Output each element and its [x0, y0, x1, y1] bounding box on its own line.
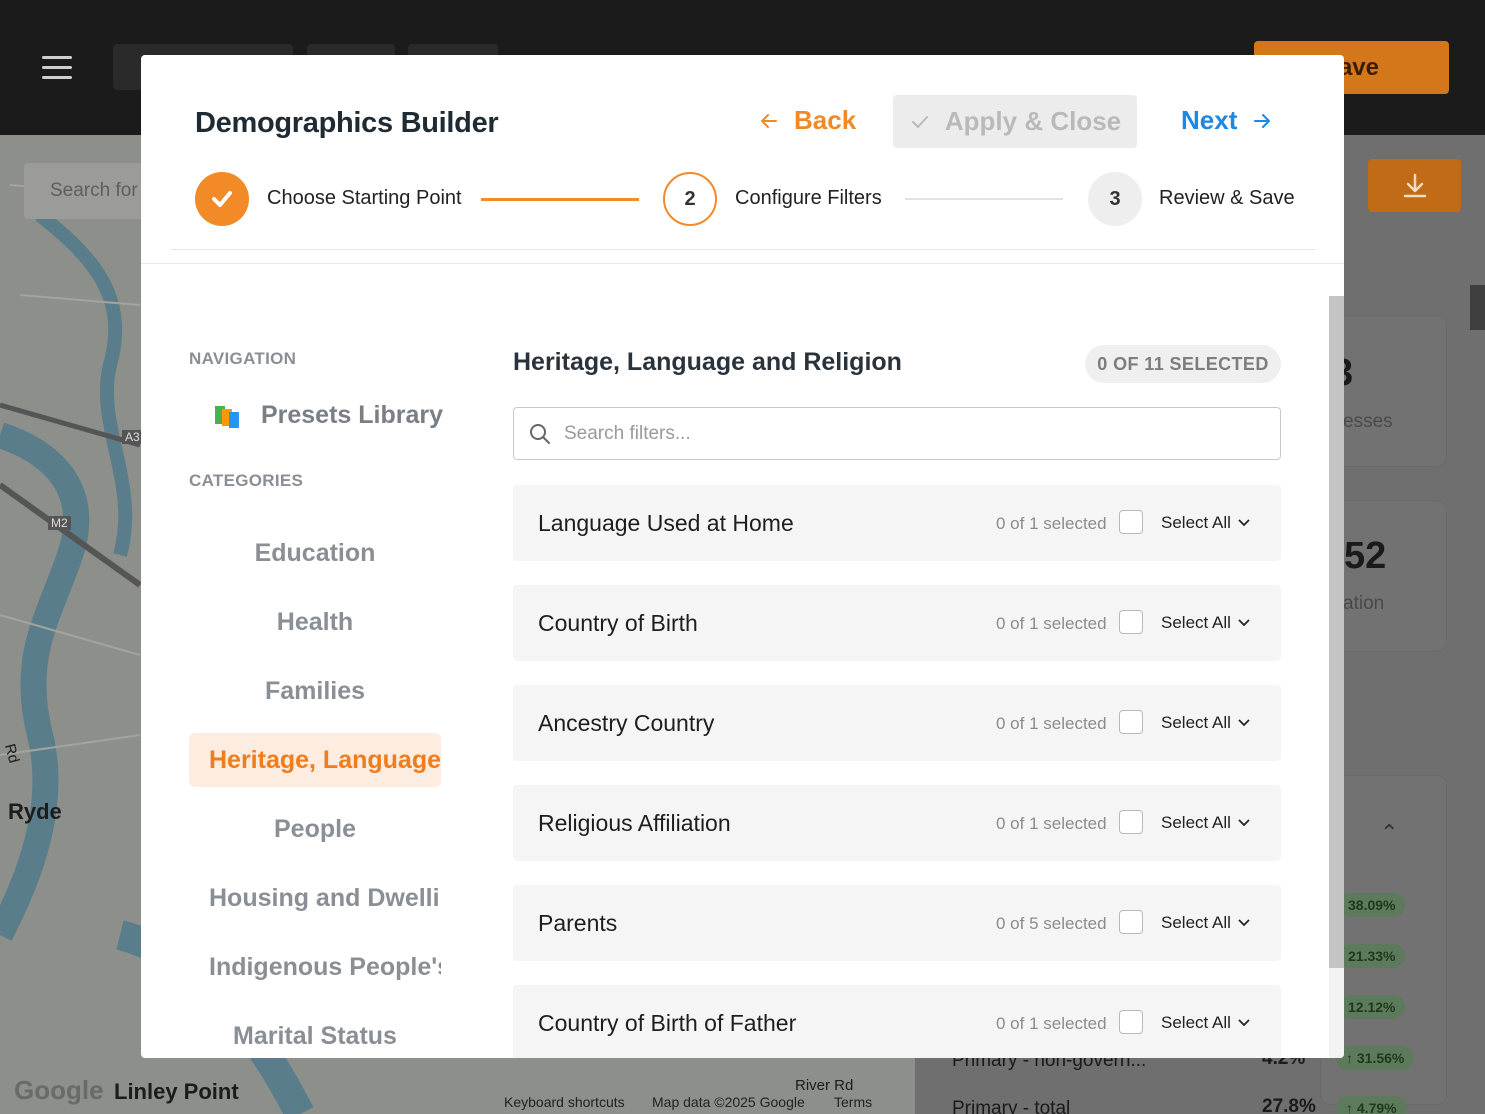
step-3-label: Review & Save: [1159, 187, 1295, 209]
arrow-left-icon: [761, 113, 777, 128]
filter-count: 0 of 1 selected: [996, 614, 1107, 633]
filter-row-language-used-at-home[interactable]: Language Used at Home 0 of 1 selected Se…: [513, 485, 1281, 561]
map-data-text: Map data ©2025 Google: [652, 1094, 805, 1110]
keyboard-shortcuts-link[interactable]: Keyboard shortcuts: [504, 1094, 625, 1110]
filter-count: 0 of 5 selected: [996, 914, 1107, 933]
check-icon: [911, 115, 928, 128]
select-all-dropdown[interactable]: Select All: [1161, 1013, 1251, 1033]
filter-count: 0 of 1 selected: [996, 514, 1107, 533]
select-all-dropdown[interactable]: Select All: [1161, 913, 1251, 933]
select-all-dropdown[interactable]: Select All: [1161, 513, 1251, 533]
search-icon: [530, 423, 550, 444]
filter-row-country-of-birth-of-father[interactable]: Country of Birth of Father 0 of 1 select…: [513, 985, 1281, 1058]
modal-scrollbar-thumb[interactable]: [1329, 296, 1344, 968]
filter-label: Country of Birth: [538, 610, 698, 636]
step-connector: [905, 198, 1063, 200]
filter-checkbox[interactable]: [1119, 710, 1143, 734]
map-place-label: Linley Point: [114, 1079, 239, 1104]
filter-count: 0 of 1 selected: [996, 814, 1107, 833]
modal-title: Demographics Builder: [195, 107, 499, 139]
step-2-label: Configure Filters: [735, 187, 882, 209]
chevron-up-icon[interactable]: ⌃: [1380, 820, 1398, 846]
table-row-value: 27.8%: [1262, 1096, 1316, 1114]
chevron-down-icon: [1238, 619, 1250, 627]
category-heritage-language-religion[interactable]: Heritage, Language and Religion: [189, 733, 441, 787]
google-logo: Google: [14, 1075, 104, 1105]
select-all-dropdown[interactable]: Select All: [1161, 713, 1251, 733]
category-housing-dwellings[interactable]: Housing and Dwellings: [189, 871, 441, 925]
page-scrollbar[interactable]: [1470, 285, 1485, 330]
divider: [171, 249, 1315, 250]
filter-checkbox[interactable]: [1119, 610, 1143, 634]
filter-checkbox[interactable]: [1119, 1010, 1143, 1034]
step-connector: [481, 198, 639, 201]
presets-label: Presets Library: [260, 401, 443, 429]
download-button[interactable]: [1368, 159, 1461, 212]
category-people[interactable]: People: [189, 802, 441, 856]
filter-row-parents[interactable]: Parents 0 of 5 selected Select All: [513, 885, 1281, 961]
road-label: A3: [122, 430, 143, 444]
filter-row-ancestry-country[interactable]: Ancestry Country 0 of 1 selected Select …: [513, 685, 1281, 761]
filter-count: 0 of 1 selected: [996, 1014, 1107, 1033]
filter-search[interactable]: [513, 407, 1281, 460]
step-1-label: Choose Starting Point: [267, 187, 462, 209]
chevron-down-icon: [1238, 719, 1250, 727]
change-pill: ↑ 31.56%: [1336, 1046, 1415, 1070]
filter-checkbox[interactable]: [1119, 910, 1143, 934]
step-3-indicator[interactable]: 3: [1088, 172, 1142, 226]
step-1-complete-icon[interactable]: [195, 172, 249, 226]
map-place-label: Ryde: [8, 799, 62, 824]
stat-label: ation: [1343, 593, 1385, 614]
road-label: River Rd: [795, 1077, 854, 1094]
change-pill: 38.09%: [1338, 893, 1406, 917]
filter-row-country-of-birth[interactable]: Country of Birth 0 of 1 selected Select …: [513, 585, 1281, 661]
search-filters-input[interactable]: [564, 422, 1244, 445]
select-all-dropdown[interactable]: Select All: [1161, 813, 1251, 833]
checkmark-icon: [212, 191, 232, 207]
back-button[interactable]: Back: [758, 105, 856, 136]
stat-label: esses: [1343, 411, 1393, 432]
change-pill: 21.33%: [1338, 944, 1406, 968]
apply-close-button[interactable]: Apply & Close: [893, 95, 1137, 148]
divider: [141, 263, 1344, 264]
step-2-indicator[interactable]: 2: [663, 172, 717, 226]
filter-row-religious-affiliation[interactable]: Religious Affiliation 0 of 1 selected Se…: [513, 785, 1281, 861]
chevron-down-icon: [1238, 819, 1250, 827]
road-label: M2: [48, 516, 71, 530]
stat-value: 52: [1344, 535, 1387, 577]
stepper: Choose Starting Point 2 Configure Filter…: [195, 172, 1295, 226]
change-pill: ↑ 4.79%: [1336, 1096, 1407, 1114]
chevron-down-icon: [1238, 919, 1250, 927]
table-row-label: Primary - total: [952, 1098, 1071, 1114]
filter-checkbox[interactable]: [1119, 810, 1143, 834]
category-families[interactable]: Families: [189, 664, 441, 718]
filter-label: Language Used at Home: [538, 510, 794, 536]
download-icon: [1403, 173, 1426, 197]
menu-icon[interactable]: [42, 56, 72, 80]
navigation-heading: NAVIGATION: [189, 349, 297, 368]
filter-label: Parents: [538, 910, 618, 936]
arrow-right-icon: [1254, 113, 1271, 128]
filter-label: Ancestry Country: [538, 710, 715, 736]
filter-label: Country of Birth of Father: [538, 1010, 797, 1036]
select-all-dropdown[interactable]: Select All: [1161, 613, 1251, 633]
filter-checkbox[interactable]: [1119, 510, 1143, 534]
chevron-down-icon: [1238, 1019, 1250, 1027]
selected-count-badge: 0 OF 11 SELECTED: [1085, 345, 1281, 383]
presets-library-link[interactable]: Presets Library: [213, 401, 443, 430]
change-pill: 12.12%: [1338, 995, 1406, 1019]
section-title: Heritage, Language and Religion: [513, 348, 902, 376]
category-education[interactable]: Education: [189, 526, 441, 580]
chevron-down-icon: [1238, 519, 1250, 527]
filter-label: Religious Affiliation: [538, 810, 731, 836]
category-indigenous-peoples[interactable]: Indigenous People's: [189, 940, 441, 994]
category-marital-status[interactable]: Marital Status: [189, 1009, 441, 1058]
books-icon: [214, 405, 239, 428]
next-button[interactable]: Next: [1181, 105, 1273, 136]
category-health[interactable]: Health: [189, 595, 441, 649]
categories-heading: CATEGORIES: [189, 471, 304, 490]
demographics-builder-modal: Demographics Builder Back Apply & Close …: [141, 55, 1344, 1058]
filter-count: 0 of 1 selected: [996, 714, 1107, 733]
terms-link[interactable]: Terms: [834, 1094, 872, 1110]
